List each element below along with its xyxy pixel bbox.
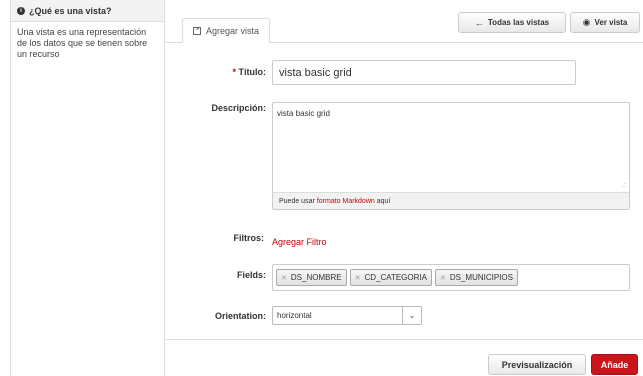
edit-icon	[193, 26, 201, 35]
main-panel: Agregar vista ← Todas las vistas ◉ Ver v…	[166, 0, 643, 376]
fields-label: Fields:	[236, 270, 266, 280]
title-input[interactable]: vista basic grid	[272, 60, 576, 85]
markdown-suffix: aquí	[376, 197, 391, 205]
divider	[166, 339, 643, 340]
tab-add-view[interactable]: Agregar vista	[182, 18, 271, 43]
title-label-text: Título:	[238, 67, 267, 77]
tab-add-view-label: Agregar vista	[206, 25, 260, 36]
title-input-value: vista basic grid	[279, 66, 352, 79]
preview-button[interactable]: Previsualización	[488, 354, 586, 375]
orientation-select[interactable]: horizontal ⌄	[272, 306, 422, 325]
remove-icon[interactable]: ✕	[440, 274, 446, 282]
fields-multiselect[interactable]: ✕ DS_NOMBRE ✕ CD_CATEGORIA ✕ DS_MUNICIPI…	[272, 264, 630, 291]
markdown-prefix: Puede usar	[279, 197, 315, 205]
all-views-button[interactable]: ← Todas las vistas	[458, 12, 566, 33]
all-views-label: Todas las vistas	[487, 18, 550, 27]
title-label: * Título:	[206, 67, 266, 77]
help-sidebar: i ¿Qué es una vista? Una vista es una re…	[10, 0, 165, 376]
eye-icon: ◉	[582, 17, 591, 27]
orientation-value: horizontal	[277, 311, 312, 320]
description-label: Descripción:	[211, 103, 266, 113]
required-marker: *	[232, 67, 236, 77]
field-chip-label: DS_MUNICIPIOS	[449, 273, 513, 282]
field-chip[interactable]: ✕ DS_MUNICIPIOS	[434, 269, 518, 286]
view-button[interactable]: ◉ Ver vista	[570, 12, 640, 33]
info-icon: i	[17, 6, 25, 15]
resize-grip-icon[interactable]: .:	[622, 182, 626, 189]
add-button[interactable]: Añade	[591, 354, 638, 375]
field-chip[interactable]: ✕ DS_NOMBRE	[276, 269, 347, 286]
sidebar-title: ¿Qué es una vista?	[29, 5, 112, 16]
field-chip-label: CD_CATEGORIA	[364, 273, 427, 282]
field-chip-label: DS_NOMBRE	[290, 273, 342, 282]
markdown-link[interactable]: formato Markdown	[317, 198, 375, 205]
remove-icon[interactable]: ✕	[355, 274, 361, 282]
chevron-down-icon: ⌄	[402, 307, 421, 324]
description-textarea[interactable]: vista basic grid .: Puede usar formato M…	[272, 102, 630, 210]
description-value: vista basic grid	[277, 109, 330, 118]
arrow-left-icon: ←	[474, 17, 484, 28]
sidebar-text: Una vista es una representación de los d…	[17, 27, 148, 59]
add-filter-link[interactable]: Agregar Filtro	[272, 237, 327, 247]
filters-label: Filtros:	[233, 233, 265, 243]
field-chip[interactable]: ✕ CD_CATEGORIA	[349, 269, 432, 286]
tab-strip: Agregar vista ← Todas las vistas ◉ Ver v…	[166, 0, 643, 43]
view-label: Ver vista	[594, 18, 628, 27]
remove-icon[interactable]: ✕	[281, 274, 287, 282]
sidebar-header: i ¿Qué es una vista?	[11, 0, 164, 22]
orientation-label: Orientation:	[215, 311, 266, 321]
markdown-hint: Puede usar formato Markdown aquí	[273, 192, 629, 209]
